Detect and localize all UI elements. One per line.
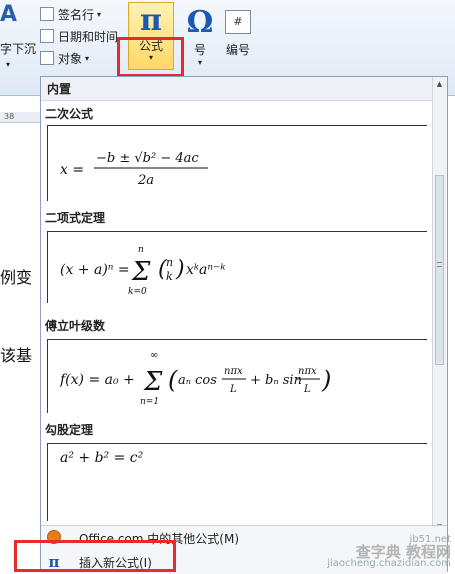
equation-item-binomial[interactable]: (x + a)ⁿ = n Σ k=0 ( n k ) xᵏaⁿ⁻ᵏ xyxy=(47,231,427,303)
section-title: 二项式定理 xyxy=(45,211,106,225)
svg-text:n: n xyxy=(138,245,144,255)
datetime-button[interactable]: 日期和时间 xyxy=(40,26,118,46)
equation-binomial: (x + a)ⁿ = n Σ k=0 ( n k ) xᵏaⁿ⁻ᵏ xyxy=(60,242,300,302)
object-icon xyxy=(40,51,54,65)
doc-text: 该基 xyxy=(0,346,33,365)
chevron-down-icon: ▾ xyxy=(148,53,153,62)
equation-fourier-render: f(x) = a₀ + ∞ Σ n=1 ( aₙ cos nπx L + bₙ … xyxy=(59,350,331,407)
scroll-up-icon[interactable]: ▲ xyxy=(435,80,444,90)
svg-text:): ) xyxy=(321,366,331,394)
gallery-header: 内置 xyxy=(41,77,433,101)
svg-text:+ bₙ sin: + bₙ sin xyxy=(250,373,302,388)
pi-icon: π xyxy=(140,3,162,38)
equation-quadratic: x = −b ± √b² − 4ac 2a xyxy=(60,146,260,194)
calendar-icon xyxy=(40,29,54,43)
svg-text:L: L xyxy=(229,384,237,395)
chevron-down-icon: ▾ xyxy=(97,9,102,19)
svg-text:xᵏaⁿ⁻ᵏ: xᵏaⁿ⁻ᵏ xyxy=(186,262,226,278)
doc-text: 例变 xyxy=(0,268,33,287)
equation-item-pythagorean[interactable]: a² + b² = c² xyxy=(47,443,427,521)
watermark: jb51.net 查字典 教程网 jiaocheng.chazidian.com xyxy=(327,534,451,569)
chevron-down-icon[interactable]: ▾ xyxy=(6,60,10,69)
equation-pythagorean: a² + b² = c² xyxy=(60,450,144,466)
svg-text:L: L xyxy=(303,384,311,395)
ruler: 38 xyxy=(0,112,40,123)
equation-item-quadratic[interactable]: x = −b ± √b² − 4ac 2a xyxy=(47,125,427,201)
equation-item-fourier[interactable]: f(x) = a₀ + ∞ Σ n=1 ( aₙ cos nπx L + bₙ … xyxy=(47,339,427,413)
svg-text:k=0: k=0 xyxy=(128,287,147,297)
svg-text:n: n xyxy=(166,256,173,269)
svg-text:Σ: Σ xyxy=(131,257,151,287)
svg-text:−b ± √b² − 4ac: −b ± √b² − 4ac xyxy=(96,151,199,166)
svg-text:x =: x = xyxy=(60,162,84,178)
formula-button[interactable]: π 公式 ▾ xyxy=(128,2,174,70)
object-button[interactable]: 对象 ▾ xyxy=(40,48,89,68)
equation-quadratic-render: x = −b ± √b² − 4ac 2a xyxy=(60,151,208,188)
number-label: 编号 xyxy=(225,43,250,57)
section-title: 二次公式 xyxy=(45,107,94,121)
svg-text:n=1: n=1 xyxy=(140,397,159,407)
svg-text:2a: 2a xyxy=(137,173,154,188)
number-icon: # xyxy=(225,10,251,34)
drop-cap-icon[interactable]: A xyxy=(0,2,17,27)
signature-icon xyxy=(40,7,54,21)
equation-fourier: f(x) = a₀ + ∞ Σ n=1 ( aₙ cos nπx L + bₙ … xyxy=(59,348,340,412)
pi-icon: π xyxy=(48,553,60,571)
drop-cap-button[interactable]: 字下沉 xyxy=(0,40,36,57)
gallery-scrollbar[interactable]: ▲ ▼ xyxy=(432,77,447,537)
svg-text:∞: ∞ xyxy=(150,350,158,361)
svg-text:aₙ cos: aₙ cos xyxy=(178,373,217,388)
section-title: 傅立叶级数 xyxy=(45,319,106,333)
section-title: 勾股定理 xyxy=(45,423,94,437)
equation-gallery: 内置 二次公式 x = −b ± √b² − 4ac 2a 二项式定理 (x +… xyxy=(40,76,448,574)
svg-text:(: ( xyxy=(168,366,178,394)
svg-text:k: k xyxy=(166,270,173,283)
svg-text:nπx: nπx xyxy=(298,366,317,377)
equation-binomial-render: (x + a)ⁿ = n Σ k=0 ( n k ) xᵏaⁿ⁻ᵏ xyxy=(60,245,226,297)
svg-text:(x + a)ⁿ =: (x + a)ⁿ = xyxy=(60,262,130,278)
number-button[interactable]: # 编号 xyxy=(212,4,264,64)
svg-text:f(x) = a₀ +: f(x) = a₀ + xyxy=(60,372,135,388)
svg-text:): ) xyxy=(175,257,185,282)
signature-line-button[interactable]: 签名行 ▾ xyxy=(40,4,101,24)
chevron-down-icon: ▾ xyxy=(85,53,90,63)
svg-text:nπx: nπx xyxy=(224,366,243,377)
svg-text:Σ: Σ xyxy=(143,367,163,397)
office-icon xyxy=(45,529,63,547)
scrollbar-thumb[interactable] xyxy=(435,175,444,365)
formula-label: 公式 xyxy=(138,39,163,53)
